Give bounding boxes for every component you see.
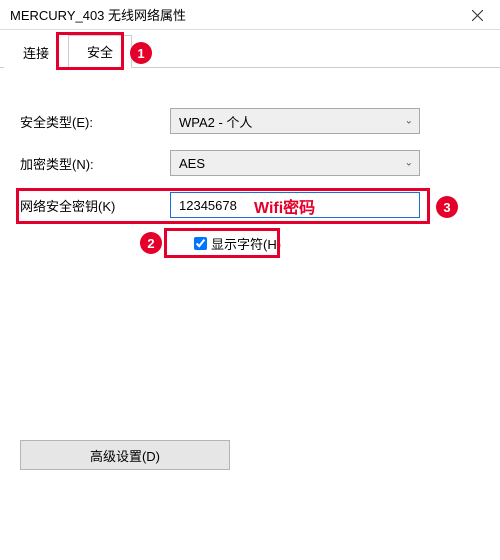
row-show-chars: 显示字符(H) bbox=[190, 234, 480, 253]
chevron-down-icon: ⌄ bbox=[405, 116, 413, 127]
security-type-label: 安全类型(E): bbox=[20, 112, 170, 131]
tab-content: 安全类型(E): WPA2 - 个人 ⌄ 加密类型(N): AES ⌄ 网络安全… bbox=[0, 68, 500, 263]
tab-connect[interactable]: 连接 bbox=[4, 36, 68, 68]
advanced-settings-button[interactable]: 高级设置(D) bbox=[20, 440, 230, 470]
advanced-settings-label: 高级设置(D) bbox=[90, 446, 160, 465]
encryption-type-combo[interactable]: AES ⌄ bbox=[170, 150, 420, 176]
encryption-type-value: AES bbox=[179, 156, 205, 171]
row-network-key: 网络安全密钥(K) bbox=[20, 192, 480, 218]
close-icon bbox=[472, 10, 483, 21]
security-type-combo[interactable]: WPA2 - 个人 ⌄ bbox=[170, 108, 420, 134]
titlebar: MERCURY_403 无线网络属性 bbox=[0, 0, 500, 30]
show-chars-checkbox[interactable] bbox=[194, 237, 207, 250]
row-security-type: 安全类型(E): WPA2 - 个人 ⌄ bbox=[20, 108, 480, 134]
encryption-type-label: 加密类型(N): bbox=[20, 154, 170, 173]
tab-security-label: 安全 bbox=[87, 45, 113, 60]
tab-bar: 连接 安全 bbox=[0, 36, 500, 68]
chevron-down-icon: ⌄ bbox=[405, 158, 413, 169]
row-encryption-type: 加密类型(N): AES ⌄ bbox=[20, 150, 480, 176]
close-button[interactable] bbox=[455, 0, 500, 30]
tab-connect-label: 连接 bbox=[23, 46, 49, 61]
security-type-value: WPA2 - 个人 bbox=[179, 112, 252, 131]
show-chars-label: 显示字符(H) bbox=[211, 234, 281, 253]
network-key-label: 网络安全密钥(K) bbox=[20, 196, 170, 215]
tab-security[interactable]: 安全 bbox=[68, 35, 132, 68]
network-key-input[interactable] bbox=[170, 192, 420, 218]
window-title: MERCURY_403 无线网络属性 bbox=[10, 5, 186, 24]
